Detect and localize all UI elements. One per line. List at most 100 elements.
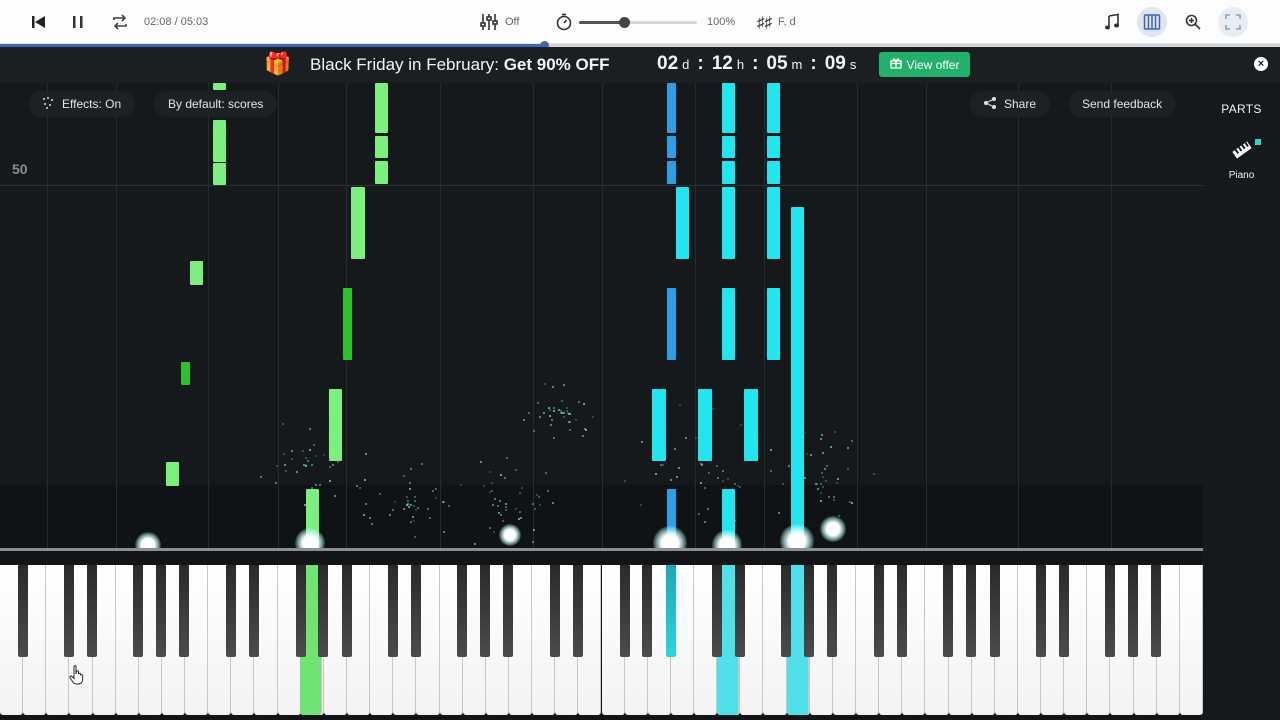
black-key[interactable] [388,565,398,657]
black-key[interactable] [620,565,630,657]
speed-slider-handle[interactable] [618,16,630,28]
countdown-separator: : [810,53,817,74]
black-key[interactable] [296,565,306,657]
close-icon[interactable]: × [1254,57,1268,71]
black-key[interactable] [87,565,97,657]
particle [308,448,311,451]
black-key[interactable] [1128,565,1138,657]
falling-note [375,161,388,184]
effects-label: Effects: On [62,97,122,111]
black-key[interactable] [990,565,1000,657]
particle [872,473,875,476]
effects-toggle[interactable]: Effects: On [28,91,136,117]
particle [358,486,361,489]
share-label: Share [1004,97,1037,111]
stopwatch-icon[interactable] [555,13,573,31]
black-key[interactable] [226,565,236,657]
particle [499,474,502,477]
black-key[interactable] [712,565,722,657]
pause-icon [70,14,86,30]
particle [739,424,742,427]
particle [506,457,509,460]
black-key[interactable] [64,565,74,657]
zoom-button[interactable] [1178,0,1208,44]
particle [569,413,572,416]
black-key[interactable] [1105,565,1115,657]
particle [364,453,367,456]
particle [569,428,572,431]
grid-line [1111,83,1112,553]
mixer-button[interactable]: Off [479,0,519,44]
black-key[interactable] [156,565,166,657]
black-key[interactable] [735,565,745,657]
pause-button[interactable] [70,0,86,44]
particle [329,465,332,468]
countdown-hours: 12 [711,53,733,74]
loop-button[interactable] [110,0,130,44]
particle [711,407,714,410]
music-note-icon [1097,7,1127,37]
gift-icon: 🎁 [264,51,292,76]
promo-banner: 🎁 Black Friday in February: Get 90% OFF … [0,47,1280,83]
key-signature-button[interactable]: ♯♯ F, d [757,0,796,44]
particle [532,528,535,531]
part-item-piano[interactable]: Piano [1203,139,1280,181]
white-key[interactable] [1179,565,1203,715]
black-key[interactable] [411,565,421,657]
default-mode-toggle[interactable]: By default: scores [154,91,278,117]
part-label: Piano [1228,170,1255,181]
black-key[interactable] [503,565,513,657]
particle [551,501,554,504]
black-key[interactable] [874,565,884,657]
black-key[interactable] [318,565,328,657]
black-key[interactable] [1036,565,1046,657]
black-key[interactable] [1151,565,1161,657]
black-key[interactable] [457,565,467,657]
share-button[interactable]: Share [970,91,1051,117]
black-key[interactable] [666,565,676,657]
particle [275,482,278,485]
piano-view-button[interactable] [1137,0,1167,44]
black-key[interactable] [133,565,143,657]
particle [304,464,307,467]
black-key[interactable] [573,565,583,657]
black-key[interactable] [827,565,837,657]
black-key[interactable] [480,565,490,657]
black-key[interactable] [897,565,907,657]
promo-text: Black Friday in February: Get 90% OFF [310,55,610,75]
black-key[interactable] [804,565,814,657]
black-key[interactable] [1059,565,1069,657]
skip-to-start-button[interactable] [30,0,46,44]
grid-line [1018,83,1019,553]
send-feedback-button[interactable]: Send feedback [1068,91,1177,117]
falling-note [767,83,780,133]
view-offer-button[interactable]: View offer [879,52,970,77]
black-key[interactable] [781,565,791,657]
sheet-music-view-button[interactable] [1097,0,1127,44]
black-key[interactable] [179,565,189,657]
grid-line [116,83,117,553]
particle [410,467,413,470]
speed-slider[interactable] [579,16,697,28]
black-key[interactable] [342,565,352,657]
particle [820,499,823,502]
particle [850,439,853,442]
falling-note [351,187,365,259]
black-key[interactable] [249,565,259,657]
particle [259,475,262,478]
particle [284,470,287,473]
black-key[interactable] [966,565,976,657]
falling-note [767,288,780,360]
particle [409,521,412,524]
black-key[interactable] [18,565,28,657]
countdown-minutes-unit: m [791,57,803,72]
black-key[interactable] [943,565,953,657]
black-key[interactable] [550,565,560,657]
particle [498,499,501,502]
particle [708,472,711,475]
black-key[interactable] [642,565,652,657]
particle [552,437,555,440]
fullscreen-button[interactable] [1218,0,1248,44]
particle [295,471,298,474]
particle [578,401,581,404]
